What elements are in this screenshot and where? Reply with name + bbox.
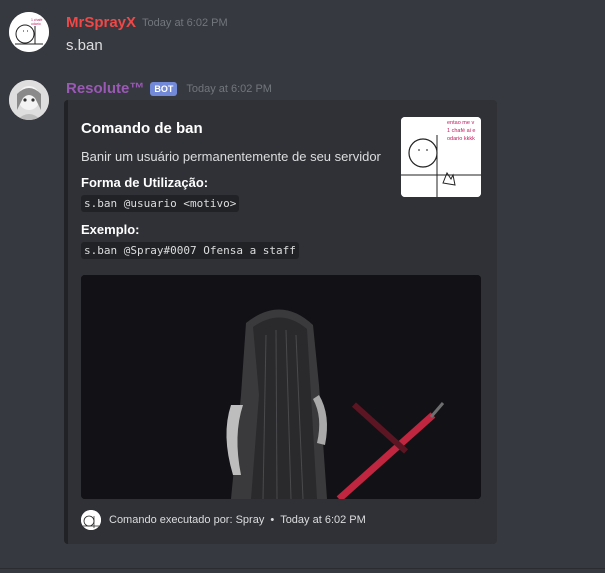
footer-timestamp: Today at 6:02 PM [280, 514, 366, 526]
bot-badge: BOT [150, 81, 178, 96]
field-example-name: Exemplo: [81, 222, 140, 237]
bot-avatar[interactable] [9, 80, 49, 120]
footer-avatar [81, 510, 101, 530]
embed-description: Banir um usuário permanentemente de seu … [81, 149, 381, 164]
field-example-value: s.ban @Spray#0007 Ofensa a staff [81, 242, 299, 259]
field-usage-name: Forma de Utilização: [81, 175, 209, 190]
embed-color-bar [64, 100, 68, 544]
embed-title: Comando de ban [81, 120, 203, 137]
embed-thumbnail[interactable]: entao me v 1 chafé ai e odario kkkk [401, 117, 481, 197]
field-usage-value: s.ban @usuario <motivo> [81, 195, 240, 212]
thumbnail-caption: entao me v 1 chafé ai e odario kkkk [447, 120, 476, 142]
footer-text: Comando executado por: Spray [109, 514, 265, 526]
username[interactable]: Resolute™ [66, 80, 144, 97]
divider [0, 568, 605, 569]
timestamp: Today at 6:02 PM [142, 16, 228, 29]
embed-footer: Comando executado por: Spray • Today at … [81, 510, 366, 530]
embed-image[interactable] [81, 275, 481, 499]
svg-text:odario: odario [31, 22, 41, 26]
footer-separator: • [270, 514, 275, 526]
user-avatar[interactable]: 1 chafé odario [9, 12, 49, 52]
username[interactable]: MrSprayX [66, 14, 136, 31]
message-header: Resolute™ BOT Today at 6:02 PM [66, 80, 272, 97]
message-content: s.ban [66, 37, 103, 54]
timestamp: Today at 6:02 PM [186, 82, 272, 95]
command-embed: Comando de ban Banir um usuário permanen… [64, 100, 497, 544]
message-header: MrSprayX Today at 6:02 PM [66, 14, 228, 31]
